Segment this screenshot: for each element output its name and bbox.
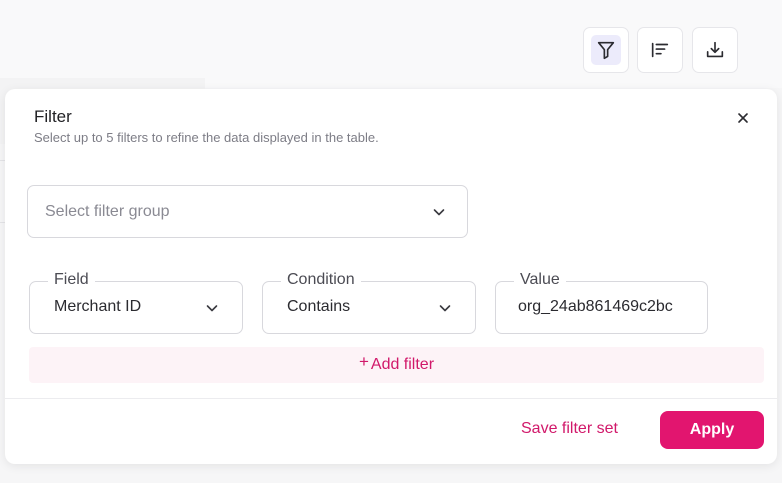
footer-divider [5,398,777,399]
panel-title: Filter [34,107,72,126]
plus-icon: + [358,352,369,371]
filter-button-highlight [591,35,621,65]
chevron-down-icon [433,209,445,216]
filter-panel: Filter Select up to 5 filters to refine … [5,89,777,464]
field-label: Field [48,270,95,290]
filter-group-placeholder: Select filter group [45,203,170,220]
download-button[interactable] [692,27,738,73]
sort-button[interactable] [637,27,683,73]
field-select[interactable]: Field Merchant ID [29,270,243,334]
download-icon [706,41,724,58]
funnel-icon [597,41,615,60]
value-input[interactable]: Value org_24ab861469c2bc [495,270,708,334]
condition-label: Condition [281,270,361,290]
filter-group-select[interactable]: Select filter group [27,185,468,238]
apply-button[interactable]: Apply [660,411,764,449]
save-filter-set-button[interactable]: Save filter set [521,420,618,438]
sort-lines-icon [651,42,669,58]
field-value: Merchant ID [54,298,142,315]
condition-select[interactable]: Condition Contains [262,270,476,334]
filter-button[interactable] [583,27,629,73]
value-label: Value [514,270,566,290]
chevron-down-icon [439,305,451,312]
close-button[interactable] [734,109,752,127]
add-filter-label: Add filter [370,356,435,373]
condition-value: Contains [287,298,351,315]
panel-subtitle: Select up to 5 filters to refine the dat… [34,130,379,145]
close-icon [738,113,748,123]
chevron-down-icon [206,305,218,312]
add-filter-button[interactable]: + Add filter [29,347,764,383]
value-text: org_24ab861469c2bc [518,298,673,315]
